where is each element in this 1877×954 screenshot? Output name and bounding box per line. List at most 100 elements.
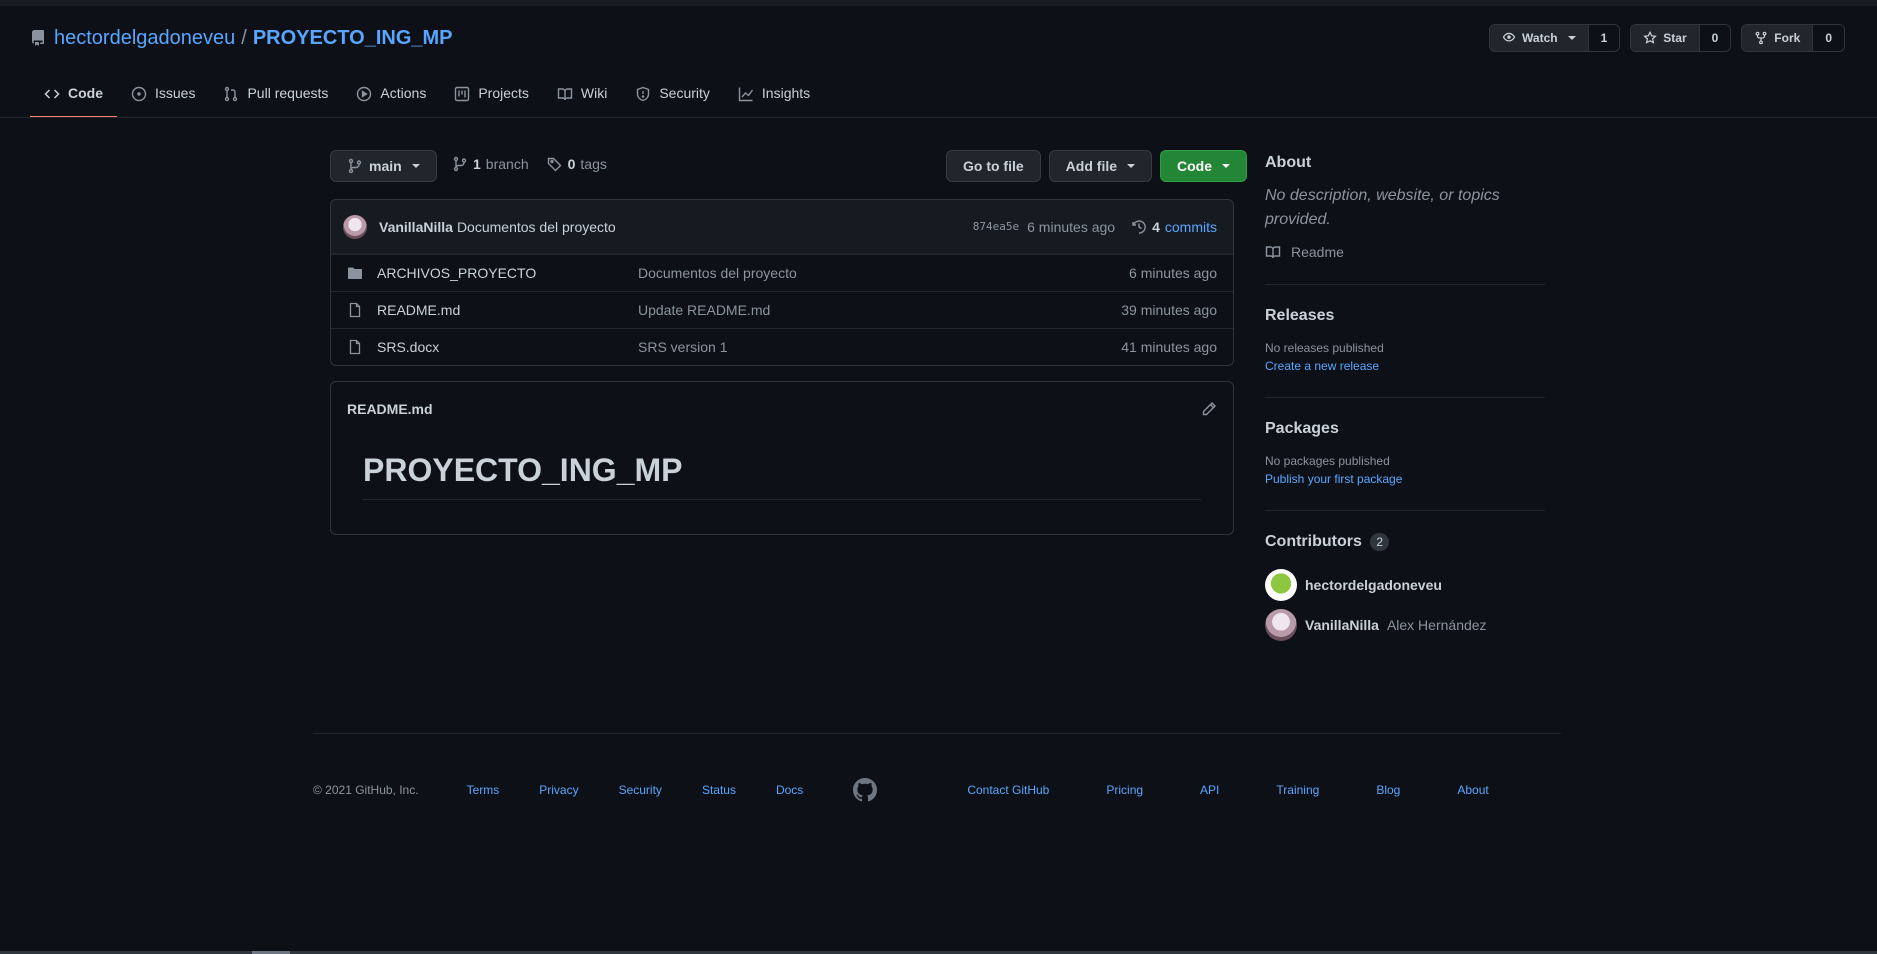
contributor-login[interactable]: hectordelgadoneveu (1305, 577, 1442, 593)
watch-count[interactable]: 1 (1588, 25, 1620, 51)
code-button[interactable]: Code (1160, 150, 1248, 182)
tab-actions[interactable]: Actions (342, 78, 440, 118)
file-name[interactable]: ARCHIVOS_PROYECTO (377, 265, 638, 281)
avatar[interactable] (1265, 569, 1297, 601)
repo-owner-link[interactable]: hectordelgadoneveu (54, 27, 235, 50)
tab-pull-requests[interactable]: Pull requests (209, 78, 342, 118)
avatar[interactable] (1265, 609, 1297, 641)
pull-request-icon (225, 86, 238, 102)
file-list: VanillaNilla Documentos del proyecto 874… (330, 199, 1234, 366)
repo-name-link[interactable]: PROYECTO_ING_MP (253, 27, 453, 50)
branch-select-button[interactable]: main (330, 150, 437, 182)
fork-icon (1755, 31, 1767, 45)
file-name[interactable]: SRS.docx (377, 339, 638, 355)
repo-meta: 1 branch 0 tags (452, 156, 607, 172)
footer-link-privacy[interactable]: Privacy (539, 783, 578, 797)
tab-issues[interactable]: Issues (117, 78, 209, 118)
caret-down-icon (1222, 164, 1231, 168)
tab-projects[interactable]: Projects (440, 78, 543, 118)
play-icon (357, 86, 372, 102)
packages-title[interactable]: Packages (1265, 420, 1545, 438)
star-button[interactable]: Star (1631, 25, 1700, 51)
about-description: No description, website, or topics provi… (1265, 187, 1500, 228)
history-icon (1132, 219, 1146, 234)
commits-link[interactable]: 4 commits (1131, 219, 1217, 235)
repo-tabs: Code Issues Pull requests Actions Projec… (30, 78, 824, 118)
packages-empty: No packages published (1265, 454, 1390, 468)
contributor-item[interactable]: hectordelgadoneveu (1265, 569, 1545, 601)
fork-count[interactable]: 0 (1813, 25, 1844, 51)
tab-wiki-label: Wiki (580, 85, 608, 101)
file-row[interactable]: ARCHIVOS_PROYECTO Documentos del proyect… (331, 254, 1233, 291)
sidebar-divider (1265, 510, 1545, 511)
tab-actions-label: Actions (380, 85, 427, 101)
branches-link[interactable]: 1 branch (452, 156, 529, 172)
file-row[interactable]: README.md Update README.md 39 minutes ag… (331, 291, 1233, 328)
footer-link-blog[interactable]: Blog (1376, 783, 1400, 797)
footer-link-contact[interactable]: Contact GitHub (967, 783, 1049, 797)
footer-link-docs[interactable]: Docs (776, 783, 803, 797)
eye-icon (1502, 32, 1516, 42)
tag-word: tags (580, 156, 607, 172)
pencil-icon[interactable] (1201, 401, 1217, 417)
contributor-item[interactable]: VanillaNilla Alex Hernández (1265, 609, 1545, 641)
tags-link[interactable]: 0 tags (547, 156, 607, 172)
folder-icon (348, 267, 362, 279)
footer-link-training[interactable]: Training (1276, 783, 1319, 797)
watch-label: Watch (1522, 31, 1558, 45)
footer-link-pricing[interactable]: Pricing (1106, 783, 1143, 797)
shield-icon (637, 86, 650, 102)
star-icon (1643, 31, 1658, 44)
releases-title[interactable]: Releases (1265, 307, 1545, 325)
contributors-title[interactable]: Contributors 2 (1265, 533, 1545, 551)
footer-link-terms[interactable]: Terms (467, 783, 500, 797)
tab-security-label: Security (659, 85, 710, 101)
file-row[interactable]: SRS.docx SRS version 1 41 minutes ago (331, 328, 1233, 365)
tab-insights[interactable]: Insights (724, 78, 824, 118)
fork-button[interactable]: Fork (1742, 25, 1814, 51)
tab-wiki[interactable]: Wiki (543, 78, 621, 118)
top-strip (0, 0, 1877, 6)
sidebar-divider (1265, 284, 1545, 285)
file-commit-message[interactable]: Documentos del proyecto (638, 265, 797, 281)
watch-button[interactable]: Watch (1490, 25, 1589, 51)
footer-link-security[interactable]: Security (619, 783, 662, 797)
file-commit-message[interactable]: SRS version 1 (638, 339, 727, 355)
file-icon (349, 339, 361, 355)
commit-sha[interactable]: 874ea5e (973, 220, 1019, 233)
book-icon (1265, 246, 1281, 259)
contributor-login[interactable]: VanillaNilla (1305, 617, 1379, 633)
create-release-link[interactable]: Create a new release (1265, 359, 1545, 373)
footer-link-api[interactable]: API (1200, 783, 1219, 797)
star-count[interactable]: 0 (1699, 25, 1731, 51)
releases-empty: No releases published (1265, 341, 1384, 355)
commit-message[interactable]: Documentos del proyecto (457, 219, 616, 235)
repo-header: hectordelgadoneveu / PROYECTO_ING_MP (30, 22, 453, 54)
footer: © 2021 GitHub, Inc. Terms Privacy Securi… (313, 778, 1561, 802)
publish-package-link[interactable]: Publish your first package (1265, 472, 1545, 486)
go-to-file-button[interactable]: Go to file (946, 150, 1041, 182)
footer-link-about[interactable]: About (1457, 783, 1488, 797)
avatar[interactable] (343, 214, 367, 239)
add-file-button[interactable]: Add file (1048, 150, 1153, 182)
code-icon (44, 89, 60, 99)
github-logo-icon[interactable] (853, 778, 878, 802)
file-age: 41 minutes ago (1121, 339, 1217, 355)
footer-divider (313, 733, 1561, 734)
contributors-count-badge: 2 (1370, 533, 1390, 551)
commit-age: 6 minutes ago (1027, 218, 1116, 235)
tab-code[interactable]: Code (30, 78, 117, 118)
repo-actions: Watch 1 Star 0 Fork 0 (1489, 24, 1845, 52)
commit-count: 4 (1152, 218, 1160, 235)
branch-icon (453, 156, 467, 172)
tab-security[interactable]: Security (621, 78, 724, 118)
readme-link[interactable]: Readme (1265, 244, 1545, 260)
tab-pull-requests-label: Pull requests (247, 85, 329, 101)
commit-author[interactable]: VanillaNilla (379, 219, 453, 235)
about-title: About (1265, 154, 1312, 171)
footer-link-status[interactable]: Status (702, 783, 736, 797)
readme-link-label: Readme (1291, 244, 1344, 260)
file-name[interactable]: README.md (377, 302, 638, 318)
file-age: 6 minutes ago (1129, 265, 1217, 281)
file-commit-message[interactable]: Update README.md (638, 302, 770, 318)
